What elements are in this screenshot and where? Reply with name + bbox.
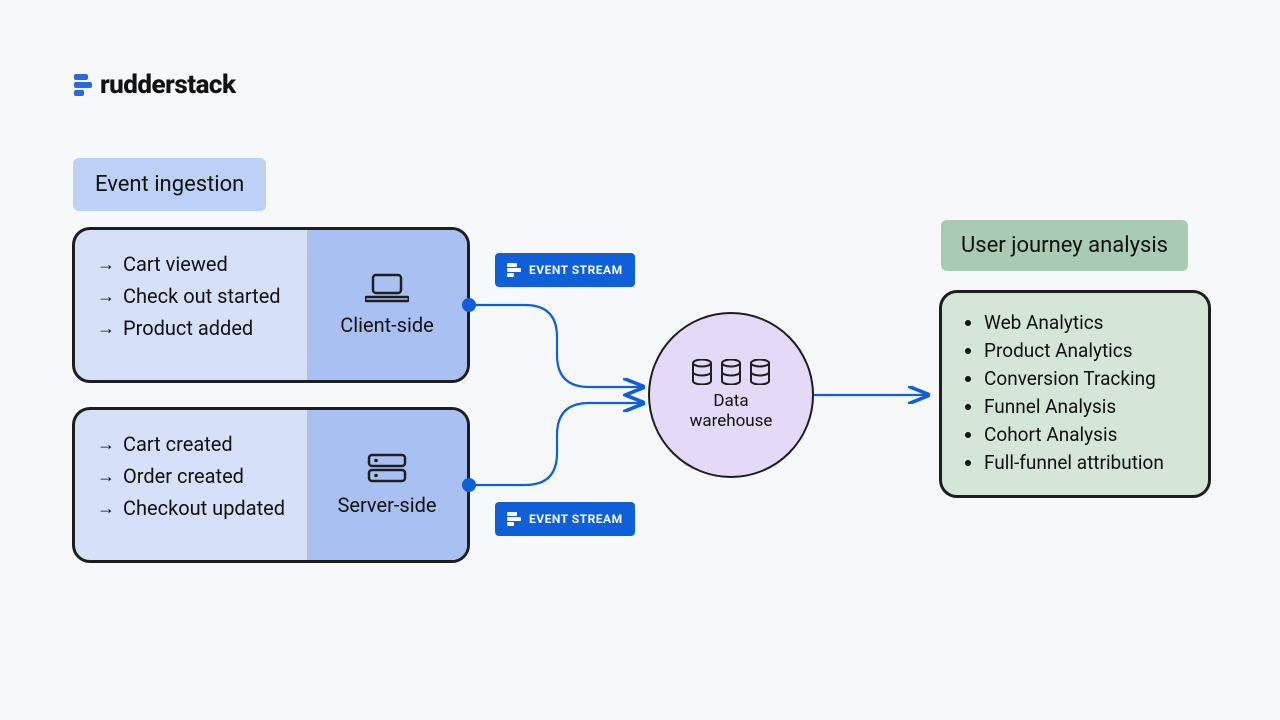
arrow-icon: → [97,318,115,339]
brand-logo: rudderstack [74,70,236,100]
side-label: Client-side [340,313,434,337]
user-journey-header: User journey analysis [941,220,1188,271]
client-side-events: →Cart viewed →Check out started →Product… [75,230,307,380]
rudderstack-mini-icon [507,512,521,526]
laptop-icon [365,273,409,303]
arrow-icon: → [97,286,115,307]
event-item: →Check out started [97,284,289,308]
client-side-label-area: Client-side [307,230,467,380]
connector-dot [462,298,476,312]
event-item: →Product added [97,316,289,340]
user-journey-list: Web Analytics Product Analytics Conversi… [964,311,1186,474]
database-icon [749,359,771,385]
event-panel-client-side: →Cart viewed →Check out started →Product… [72,227,470,383]
arrow-icon: → [97,254,115,275]
event-stream-badge: EVENT STREAM [495,253,635,287]
stream-label: EVENT STREAM [529,263,623,277]
side-label: Server-side [338,493,437,517]
event-item: →Cart created [97,432,289,456]
database-icon [720,359,742,385]
analysis-item: Product Analytics [984,339,1186,362]
server-side-events: →Cart created →Order created →Checkout u… [75,410,307,560]
database-icon [691,359,713,385]
analysis-item: Conversion Tracking [984,367,1186,390]
data-warehouse-label: Data warehouse [690,391,773,432]
diagram-canvas: rudderstack Event ingestion →Cart viewed… [0,0,1280,720]
event-ingestion-header: Event ingestion [73,158,266,211]
event-item: →Order created [97,464,289,488]
analysis-item: Cohort Analysis [984,423,1186,446]
stream-label: EVENT STREAM [529,512,623,526]
server-icon [365,453,409,483]
user-journey-panel: Web Analytics Product Analytics Conversi… [939,290,1211,498]
server-side-label-area: Server-side [307,410,467,560]
event-item: →Cart viewed [97,252,289,276]
brand-name: rudderstack [100,70,236,100]
arrow-icon: → [97,466,115,487]
analysis-item: Full-funnel attribution [984,451,1186,474]
analysis-item: Funnel Analysis [984,395,1186,418]
rudderstack-mini-icon [507,263,521,277]
arrow-icon: → [97,498,115,519]
rudderstack-logo-icon [74,74,92,96]
arrow-icon: → [97,434,115,455]
analysis-item: Web Analytics [984,311,1186,334]
database-icons [691,359,771,385]
connector-dot [462,478,476,492]
event-item: →Checkout updated [97,496,289,520]
event-stream-badge: EVENT STREAM [495,502,635,536]
data-warehouse-node: Data warehouse [648,312,814,478]
event-panel-server-side: →Cart created →Order created →Checkout u… [72,407,470,563]
